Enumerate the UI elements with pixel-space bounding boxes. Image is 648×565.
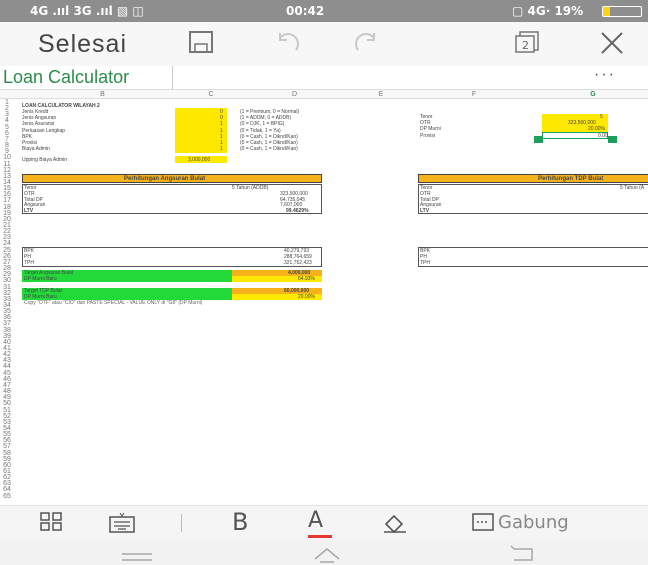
column-header-e[interactable]: E bbox=[352, 90, 410, 99]
input-note[interactable]: (0 = DJK, 1 = BPIG) bbox=[240, 121, 284, 127]
toolbar-divider bbox=[181, 514, 182, 532]
status-bar: 4G .ııl 3G .ııl ▧ ◫ 00:42 ▢ 4G· 19% bbox=[0, 0, 648, 22]
input-label[interactable]: Provisi bbox=[22, 140, 37, 146]
column-header-f[interactable]: F bbox=[410, 90, 538, 99]
format-toolbar: B A Gabung bbox=[0, 505, 648, 539]
angsuran-row-value[interactable]: 5 Tahun (ADDB) bbox=[232, 185, 268, 191]
menu-icon[interactable] bbox=[120, 547, 154, 565]
right-input-label[interactable]: OTR bbox=[420, 120, 431, 126]
input-note[interactable]: (1 = ADDM, 0 = ADDB) bbox=[240, 115, 291, 121]
redo-icon[interactable] bbox=[352, 30, 382, 58]
close-icon[interactable] bbox=[598, 30, 626, 60]
input-note[interactable]: (0 = Tidak, 1 = Ya) bbox=[240, 128, 281, 134]
column-header-b[interactable]: B bbox=[20, 90, 185, 99]
tdp-section-title[interactable]: Perhitungan TDP Bulat bbox=[538, 176, 603, 182]
column-header-c[interactable]: C bbox=[185, 90, 237, 99]
total-value[interactable]: 321,762,423 bbox=[284, 260, 312, 266]
input-label[interactable]: Jenis Kredit bbox=[22, 109, 48, 115]
input-label[interactable]: Biaya Admin bbox=[22, 146, 50, 152]
input-note[interactable]: (0 = Cash, 1 = Diknd/Kan) bbox=[240, 140, 298, 146]
target-angsuran-dp-value[interactable]: 64.93% bbox=[298, 276, 315, 282]
target-angsuran-dp-label[interactable]: DP Murni Baru bbox=[24, 276, 57, 282]
input-label[interactable]: Perluasan Lengkap bbox=[22, 128, 65, 134]
corner-cell[interactable] bbox=[0, 90, 20, 99]
ltv-value-left[interactable]: 99.4629% bbox=[286, 208, 309, 214]
font-color-icon[interactable]: A bbox=[308, 508, 332, 538]
top-toolbar: Selesai 2 bbox=[0, 22, 648, 66]
home-icon[interactable] bbox=[312, 543, 342, 565]
clock: 00:42 bbox=[286, 4, 325, 18]
angsuran-section-box bbox=[22, 184, 322, 214]
input-value[interactable]: 1 bbox=[220, 134, 223, 140]
totals-box-right bbox=[418, 247, 648, 267]
input-note[interactable]: (0 = Cash, 1 = Diknd/Kan) bbox=[240, 134, 298, 140]
keyboard-icon[interactable] bbox=[108, 512, 136, 538]
input-value[interactable]: 0 bbox=[220, 115, 223, 121]
input-note[interactable]: (0 = Cash, 1 = Diknd/Kan) bbox=[240, 146, 298, 152]
bold-icon[interactable]: B bbox=[232, 508, 248, 536]
column-header-d[interactable]: D bbox=[237, 90, 352, 99]
input-value[interactable]: 0 bbox=[220, 109, 223, 115]
font-color-label: A bbox=[308, 508, 324, 533]
signal-indicators: 4G .ııl 3G .ııl ▧ ◫ bbox=[30, 4, 144, 18]
input-note[interactable]: (1 = Premium, 0 = Normal) bbox=[240, 109, 299, 115]
tdp-section-box bbox=[418, 184, 648, 214]
font-color-underline bbox=[308, 535, 332, 538]
right-input-label[interactable]: Provisi bbox=[420, 133, 435, 139]
input-label[interactable]: BPK bbox=[22, 134, 32, 140]
grid-icon[interactable] bbox=[40, 512, 62, 536]
battery-level bbox=[603, 7, 611, 16]
right-input-label[interactable]: DP Murni bbox=[420, 126, 441, 132]
upping-label[interactable]: Upping Biaya Admin bbox=[22, 157, 67, 163]
input-label[interactable]: Jenis Angsuran bbox=[22, 115, 56, 121]
ltv-label-right[interactable]: LTV bbox=[420, 208, 429, 214]
system-nav-bar bbox=[0, 539, 648, 565]
document-title: Loan Calculator bbox=[3, 67, 130, 87]
column-header-g[interactable]: G bbox=[538, 90, 648, 99]
footnote[interactable]: Copy "OTF" atau "CIO" dan PASTE SPECIAL … bbox=[24, 300, 202, 306]
input-value[interactable]: 1 bbox=[220, 128, 223, 134]
upping-value: 3,000,000 bbox=[188, 157, 211, 163]
right-input-value-3[interactable]: 0.00 bbox=[598, 133, 608, 139]
tdp-section-header bbox=[418, 174, 648, 183]
ltv-label-left[interactable]: LTV bbox=[24, 208, 33, 214]
title-divider bbox=[172, 66, 173, 90]
total-label[interactable]: TPH bbox=[24, 260, 34, 266]
merge-label[interactable]: Gabung bbox=[498, 512, 569, 533]
merge-icon[interactable] bbox=[472, 512, 496, 536]
save-icon[interactable] bbox=[188, 30, 214, 58]
selection-handle-right[interactable] bbox=[608, 136, 617, 143]
row-header[interactable]: 65 bbox=[0, 493, 14, 500]
more-menu-button[interactable]: ··· bbox=[594, 66, 616, 84]
battery-text: ▢ 4G· 19% bbox=[512, 4, 584, 18]
input-label[interactable]: Jenis Asuransi bbox=[22, 121, 54, 127]
total-label[interactable]: TPH bbox=[420, 260, 430, 266]
input-value[interactable]: 1 bbox=[220, 140, 223, 146]
right-input-value-0[interactable]: 5 bbox=[600, 114, 603, 120]
fill-icon[interactable] bbox=[382, 512, 408, 538]
selection-handle-left[interactable] bbox=[534, 136, 543, 143]
tabs-count: 2 bbox=[522, 39, 529, 52]
done-button[interactable]: Selesai bbox=[38, 30, 127, 59]
spreadsheet-grid[interactable]: B C D E F G 1 2 3 4 5 6 7 8 9 10 11 12 13 14 15 16 17 18 1… bbox=[0, 90, 648, 513]
input-value[interactable]: 1 bbox=[220, 146, 223, 152]
battery-icon bbox=[602, 6, 642, 17]
input-value[interactable]: 1 bbox=[220, 121, 223, 127]
tdp-row-value[interactable]: 5 Tahun (A bbox=[620, 185, 644, 191]
right-input-label[interactable]: Tenor bbox=[420, 114, 433, 120]
back-icon[interactable] bbox=[506, 543, 536, 565]
target-tdp-dp-value[interactable]: 20.00% bbox=[298, 294, 315, 300]
tabs-icon[interactable]: 2 bbox=[514, 30, 542, 58]
angsuran-section-title[interactable]: Perhitungan Angsuran Bulat bbox=[124, 176, 205, 182]
totals-box-left bbox=[22, 247, 322, 267]
undo-icon[interactable] bbox=[272, 30, 302, 58]
document-title-bar: Loan Calculator ··· bbox=[0, 66, 648, 90]
